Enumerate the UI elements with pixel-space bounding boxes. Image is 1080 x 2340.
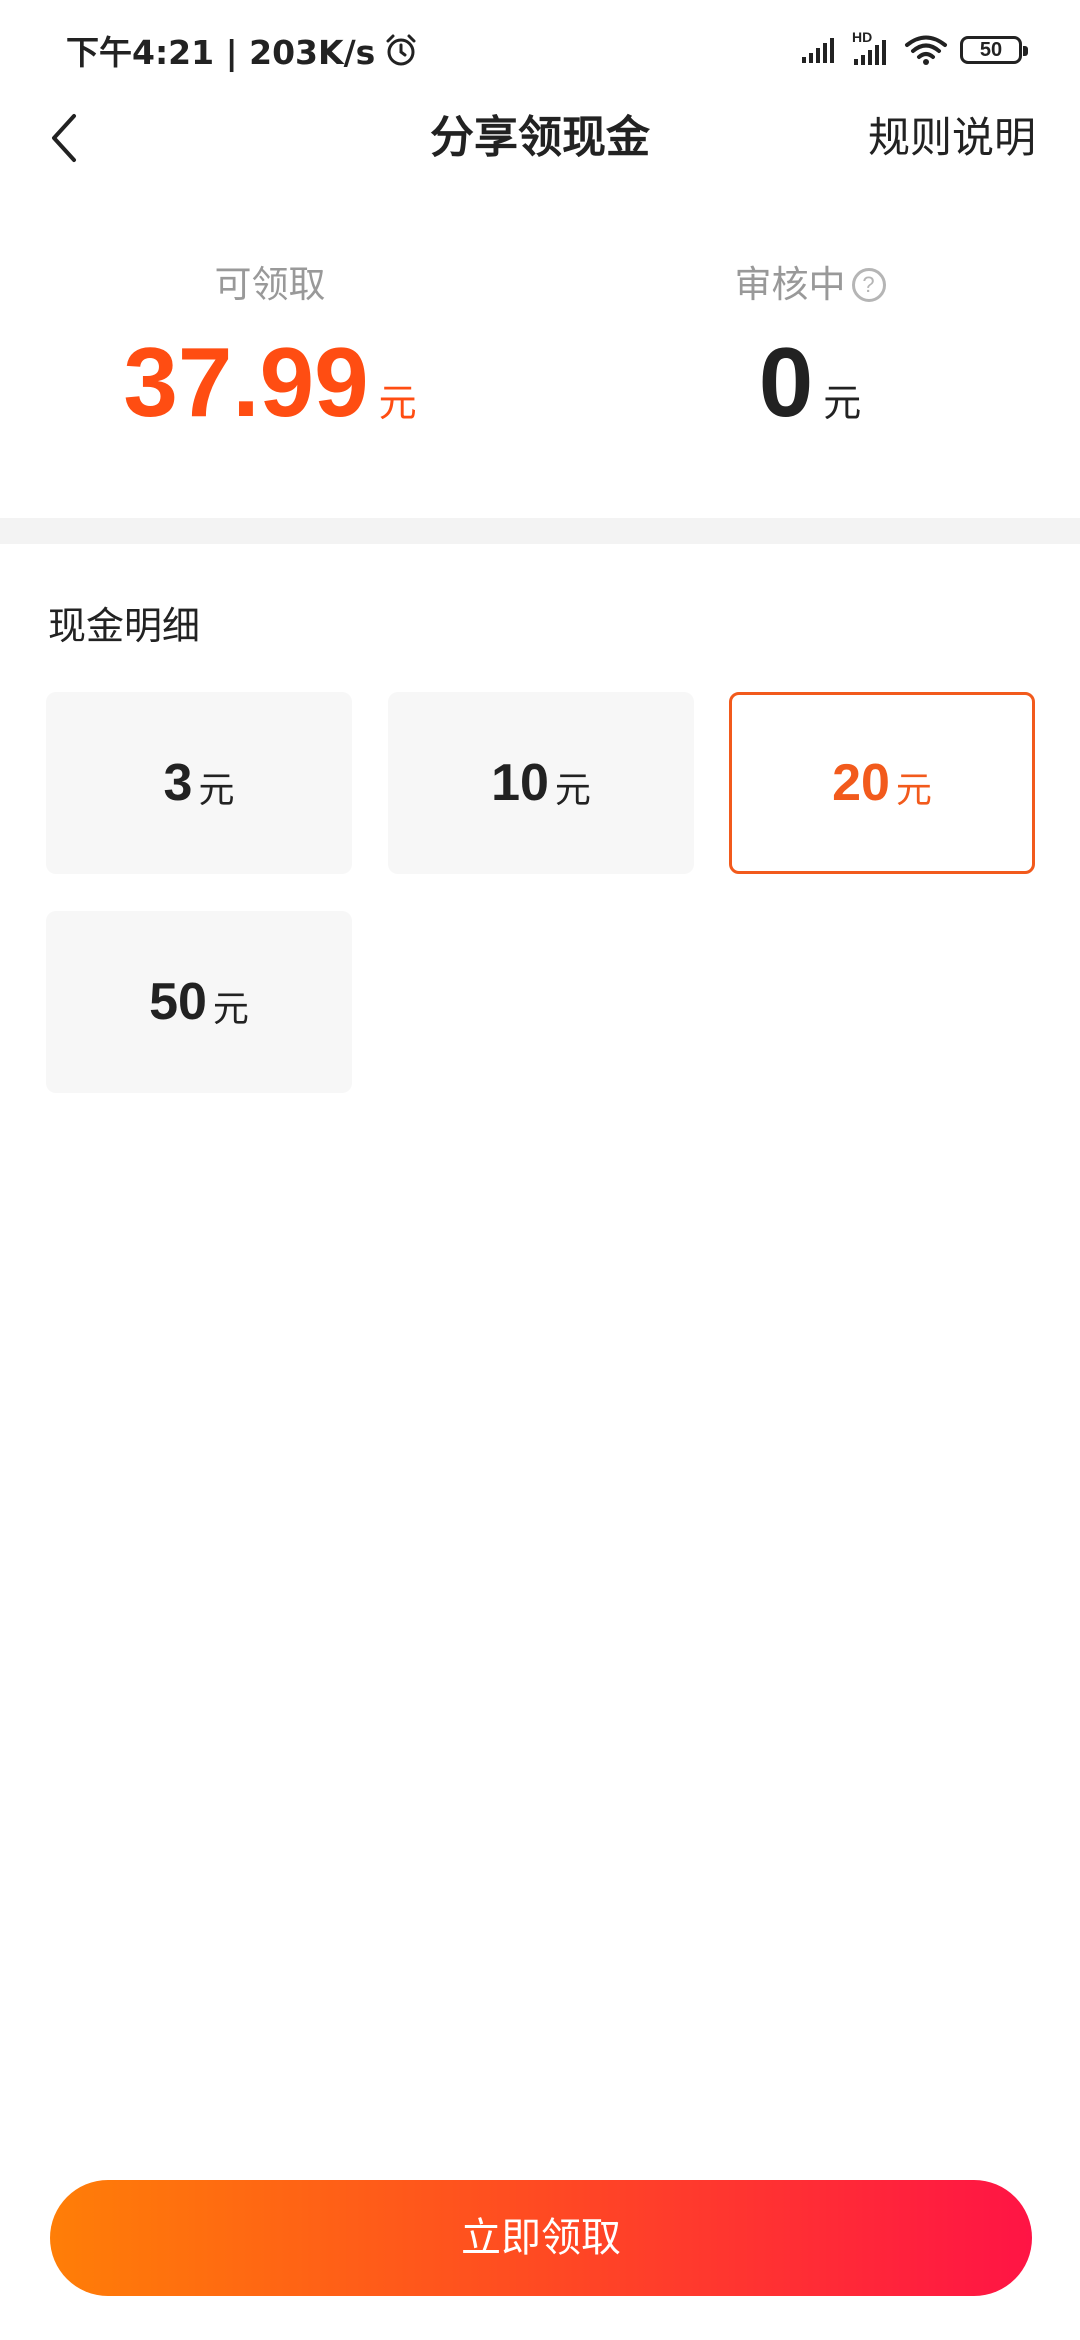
available-balance: 可领取 37.99 元	[0, 260, 540, 432]
available-unit: 元	[378, 381, 417, 425]
cash-option-amount: 20	[832, 754, 890, 812]
status-icons: HD 50	[800, 28, 1028, 72]
reviewing-balance: 审核中 ? 0元	[540, 260, 1080, 432]
cash-option-amount: 3	[163, 754, 193, 812]
cash-option-unit: 元	[895, 770, 932, 811]
battery-level: 50	[979, 38, 1003, 61]
available-label: 可领取	[214, 263, 326, 306]
cash-option-20[interactable]: 20 元	[729, 692, 1035, 874]
section-divider	[0, 518, 1080, 544]
battery-icon: 50	[960, 36, 1028, 64]
alarm-icon	[386, 34, 416, 66]
title-bar: 分享领现金 规则说明	[0, 100, 1080, 176]
wifi-icon	[905, 35, 947, 65]
reviewing-amount: 0	[758, 327, 814, 437]
available-value: 37.99 元	[0, 332, 540, 432]
reviewing-value: 0元	[540, 332, 1080, 432]
reviewing-unit: 元	[823, 381, 862, 425]
reviewing-label: 审核中	[734, 263, 846, 306]
status-time-speed: 下午4:21 | 203K/s	[66, 26, 419, 74]
signal-icon	[802, 38, 834, 63]
cash-option-amount: 50	[149, 973, 207, 1031]
cash-option-3[interactable]: 3元	[46, 692, 352, 874]
status-bar: 下午4:21 | 203K/s HD 50	[0, 0, 1080, 100]
signal-hd-icon: HD	[852, 29, 892, 67]
cash-option-unit: 元	[198, 770, 235, 811]
cash-option-unit: 元	[212, 989, 249, 1030]
cash-option-amount: 10	[491, 754, 549, 812]
cash-detail-title: 现金明细	[48, 604, 201, 648]
cash-option-50[interactable]: 50 元	[46, 911, 352, 1093]
reviewing-label-group: 审核中 ?	[735, 260, 886, 310]
cash-option-10[interactable]: 10 元	[388, 692, 694, 874]
balance-summary: 可领取 37.99 元 审核中 ? 0元	[0, 260, 1080, 460]
rules-link[interactable]: 规则说明	[868, 100, 1036, 176]
cash-option-unit: 元	[554, 770, 591, 811]
status-time-text: 下午4:21 | 203K/s	[66, 33, 376, 72]
help-icon[interactable]: ?	[851, 268, 886, 302]
available-amount: 37.99	[123, 327, 369, 437]
claim-now-button[interactable]: 立即领取	[50, 2180, 1032, 2296]
